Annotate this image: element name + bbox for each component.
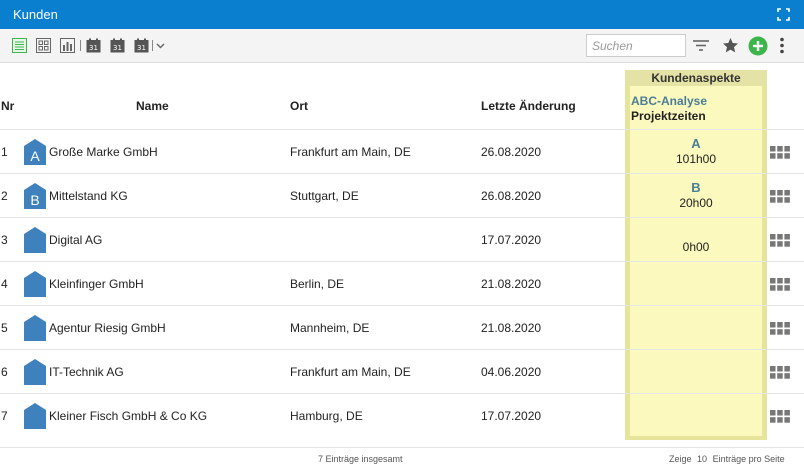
svg-text:31: 31: [89, 44, 98, 52]
toolbar-separator: [80, 40, 81, 51]
row-number: 6: [1, 365, 8, 379]
svg-text:31: 31: [137, 44, 146, 52]
last-changed-date: 17.07.2020: [481, 409, 542, 423]
search-input[interactable]: [586, 34, 686, 57]
column-header-name[interactable]: Name: [136, 99, 169, 113]
row-menu-icon[interactable]: [770, 190, 790, 203]
table-row[interactable]: 1 A Große Marke GmbH Frankfurt am Main, DE 2…: [0, 129, 804, 173]
customer-name-link[interactable]: Kleinfinger GmbH: [49, 277, 144, 291]
company-badge-icon: [24, 359, 46, 385]
star-icon[interactable]: [722, 37, 739, 54]
row-number: 3: [1, 233, 8, 247]
table-row[interactable]: 5 Agentur Riesig GmbH Mannheim, DE 21.08.20…: [0, 305, 804, 349]
row-number: 5: [1, 321, 8, 335]
window-titlebar: Kunden: [0, 0, 804, 29]
table-row[interactable]: 2 B Mittelstand KG Stuttgart, DE 26.08.2020 B…: [0, 173, 804, 217]
aspect-column-title: Kundenaspekte: [625, 70, 767, 86]
abc-class: A: [691, 136, 701, 151]
column-header-nr[interactable]: Nr: [1, 99, 14, 113]
row-menu-icon[interactable]: [770, 366, 790, 379]
company-badge-icon: [24, 403, 46, 429]
table-row[interactable]: 3 Digital AG 17.07.2020 0h00: [0, 217, 804, 261]
project-time: 101h00: [675, 152, 717, 166]
row-menu-icon[interactable]: [770, 278, 790, 291]
toolbar: 31 31 31: [0, 29, 804, 63]
more-icon[interactable]: [778, 37, 786, 54]
row-menu-icon[interactable]: [770, 322, 790, 335]
chevron-down-icon[interactable]: [155, 38, 166, 53]
calendar-day-icon[interactable]: 31: [86, 38, 101, 53]
page-size-select[interactable]: 10: [697, 454, 707, 464]
row-menu-icon[interactable]: [770, 234, 790, 247]
customer-name-link[interactable]: Digital AG: [49, 233, 102, 247]
last-changed-date: 21.08.2020: [481, 277, 542, 291]
last-changed-date: 04.06.2020: [481, 365, 542, 379]
filter-icon[interactable]: [692, 38, 710, 53]
last-changed-date: 21.08.2020: [481, 321, 542, 335]
table-row[interactable]: 4 Kleinfinger GmbH Berlin, DE 21.08.2020: [0, 261, 804, 305]
customer-name-link[interactable]: Agentur Riesig GmbH: [49, 321, 166, 335]
customer-name-link[interactable]: IT-Technik AG: [49, 365, 124, 379]
abc-class: B: [691, 180, 701, 195]
customer-location: Stuttgart, DE: [290, 189, 359, 203]
list-view-icon[interactable]: [12, 38, 27, 53]
chart-view-icon[interactable]: [60, 38, 75, 53]
page-size-control: Zeige 10 Einträge pro Seite: [669, 454, 785, 464]
row-number: 2: [1, 189, 8, 203]
row-menu-icon[interactable]: [770, 410, 790, 423]
customer-location: Frankfurt am Main, DE: [290, 145, 411, 159]
row-number: 7: [1, 409, 8, 423]
row-number: 4: [1, 277, 8, 291]
toolbar-separator: [152, 40, 153, 51]
page-size-suffix: Einträge pro Seite: [712, 454, 785, 464]
company-badge-icon: A: [24, 139, 46, 165]
column-header-date[interactable]: Letzte Änderung: [481, 99, 576, 113]
customer-location: Frankfurt am Main, DE: [290, 365, 411, 379]
svg-text:31: 31: [113, 44, 122, 52]
customer-name-link[interactable]: Mittelstand KG: [49, 189, 128, 203]
window-title: Kunden: [13, 7, 58, 22]
calendar-week-icon[interactable]: 31: [110, 38, 125, 53]
last-changed-date: 17.07.2020: [481, 233, 542, 247]
row-number: 1: [1, 145, 8, 159]
abc-analysis-header[interactable]: ABC-Analyse: [631, 94, 707, 108]
table-footer: 7 Einträge insgesamt Zeige 10 Einträge p…: [0, 447, 804, 467]
last-changed-date: 26.08.2020: [481, 189, 542, 203]
customer-location: Berlin, DE: [290, 277, 345, 291]
row-menu-icon[interactable]: [770, 146, 790, 159]
fullscreen-icon[interactable]: [777, 8, 790, 21]
company-badge-letter: B: [30, 192, 40, 208]
total-entries: 7 Einträge insgesamt: [318, 454, 403, 464]
column-header-ort[interactable]: Ort: [290, 99, 308, 113]
page-size-prefix: Zeige: [669, 454, 692, 464]
table-row[interactable]: 6 IT-Technik AG Frankfurt am Main, DE 04.06…: [0, 349, 804, 393]
customer-location: Hamburg, DE: [290, 409, 363, 423]
tile-view-icon[interactable]: [36, 38, 51, 53]
customer-name-link[interactable]: Große Marke GmbH: [49, 145, 158, 159]
add-icon[interactable]: [748, 36, 768, 56]
company-badge-icon: B: [24, 183, 46, 209]
project-time: 0h00: [682, 240, 710, 254]
customer-location: Mannheim, DE: [290, 321, 370, 335]
company-badge-letter: A: [30, 148, 40, 164]
last-changed-date: 26.08.2020: [481, 145, 542, 159]
project-time: 20h00: [679, 196, 713, 210]
project-times-header[interactable]: Projektzeiten: [631, 109, 706, 123]
company-badge-icon: [24, 227, 46, 253]
company-badge-icon: [24, 271, 46, 297]
table-row[interactable]: 7 Kleiner Fisch GmbH & Co KG Hamburg, DE 17…: [0, 393, 804, 437]
customer-name-link[interactable]: Kleiner Fisch GmbH & Co KG: [49, 409, 207, 423]
calendar-month-icon[interactable]: 31: [134, 38, 149, 53]
company-badge-icon: [24, 315, 46, 341]
